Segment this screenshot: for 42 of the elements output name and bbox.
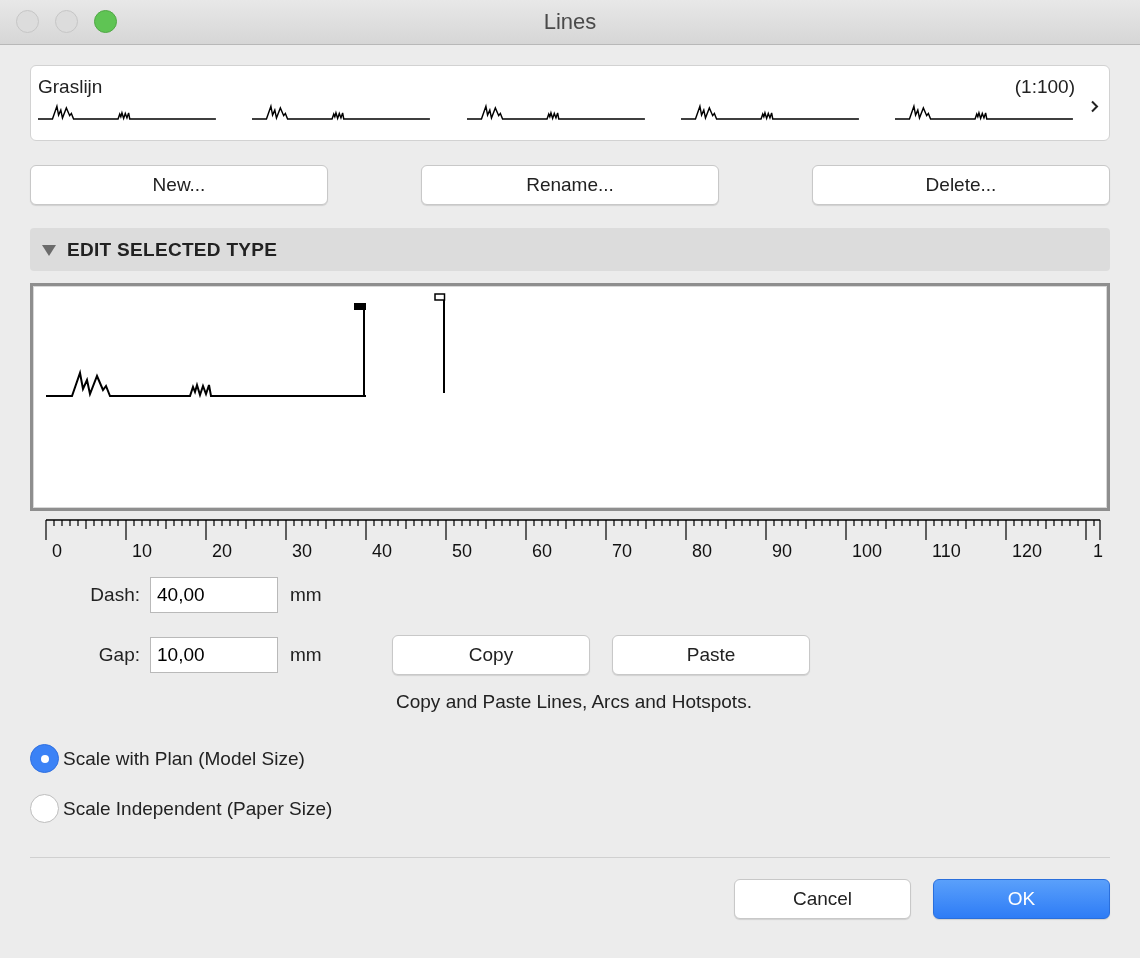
field-label: Gap: [97, 644, 141, 666]
ruler-label: 50 [452, 541, 473, 561]
ruler-label: 110 [932, 541, 961, 561]
section-title: EDIT SELECTED TYPE [67, 238, 278, 261]
section-header[interactable]: EDIT SELECTED TYPE [30, 228, 1110, 271]
ruler-label: 20 [212, 541, 233, 561]
value-field[interactable]: 40,00 [150, 577, 278, 613]
line-type-selector[interactable]: Graslijn (1:100) [30, 65, 1110, 141]
type-action-button[interactable]: Rename... [421, 165, 719, 205]
clipboard-button[interactable]: Copy [392, 635, 590, 675]
ruler-label: 10 [132, 541, 153, 561]
radio-label: Scale Independent (Paper Size) [63, 797, 333, 820]
cancel-button[interactable]: Cancel [734, 879, 911, 919]
ruler-label: 90 [772, 541, 793, 561]
zoom-button[interactable] [94, 10, 117, 33]
ruler-label: 60 [532, 541, 553, 561]
chevron-right-icon[interactable] [1090, 100, 1099, 113]
window-title: Lines [543, 9, 597, 35]
radio-label: Scale with Plan (Model Size) [63, 747, 305, 770]
radio-button[interactable] [30, 794, 59, 823]
ruler-label: 70 [612, 541, 633, 561]
clipboard-note: Copy and Paste Lines, Arcs and Hotspots. [396, 691, 753, 713]
gap-end-handle[interactable] [434, 293, 446, 394]
unit-label: mm [290, 644, 323, 666]
ruler-label: 80 [692, 541, 713, 561]
ruler-label: 40 [372, 541, 393, 561]
value-field[interactable]: 10,00 [150, 637, 278, 673]
ruler-label: 1 [1093, 541, 1103, 561]
field-label: Dash: [89, 584, 141, 606]
unit-label: mm [290, 584, 323, 606]
radio-button[interactable] [30, 744, 59, 773]
line-type-name: Graslijn [38, 76, 103, 98]
scale-label: (1:100) [1014, 76, 1075, 98]
clipboard-button[interactable]: Paste [612, 635, 810, 675]
triangle-down-icon [41, 243, 57, 256]
ruler-label: 30 [292, 541, 313, 561]
type-action-button[interactable]: Delete... [812, 165, 1110, 205]
ruler-label: 100 [852, 541, 883, 561]
dash-end-handle[interactable] [354, 303, 366, 396]
ruler-label: 0 [52, 541, 62, 561]
ruler-label: 120 [1012, 541, 1043, 561]
type-action-button[interactable]: New... [30, 165, 328, 205]
